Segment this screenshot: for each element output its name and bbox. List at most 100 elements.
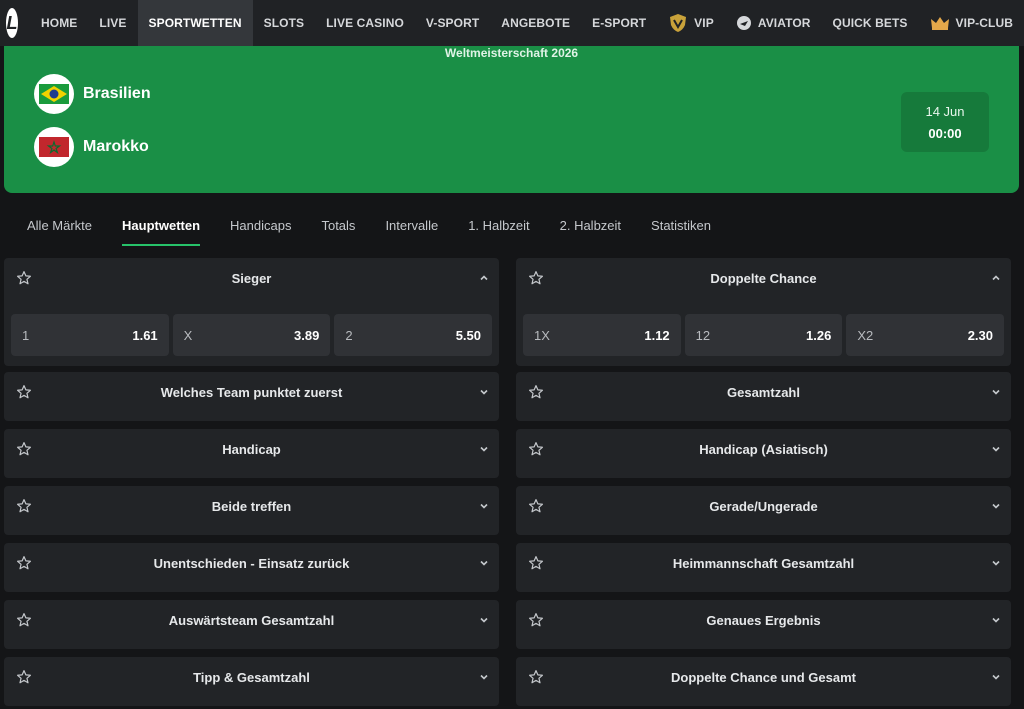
nav-live[interactable]: LIVE — [88, 0, 137, 46]
odds-value: 3.89 — [294, 327, 320, 343]
tab-alle-maerkte[interactable]: Alle Märkte — [12, 208, 107, 242]
odds-button[interactable]: 12 1.26 — [684, 314, 843, 356]
star-favorite-icon[interactable] — [528, 555, 544, 571]
chevron-down-icon[interactable] — [479, 615, 489, 625]
odds-label: 1 — [22, 327, 30, 343]
market-header[interactable]: Doppelte Chance — [516, 258, 1011, 298]
market-title: Handicap — [222, 441, 281, 457]
star-favorite-icon[interactable] — [16, 441, 32, 457]
nav-vip[interactable]: VIP — [657, 0, 725, 46]
market-header[interactable]: Handicap — [4, 429, 499, 469]
market-title: Welches Team punktet zuerst — [160, 384, 343, 400]
nav-live-casino[interactable]: LIVE CASINO — [315, 0, 415, 46]
nav-slots[interactable]: SLOTS — [253, 0, 316, 46]
market-card-doppelte-chance-und-gesamt: Doppelte Chance und Gesamt — [516, 657, 1011, 706]
nav-aviator[interactable]: AVIATOR — [725, 0, 822, 46]
nav-angebote[interactable]: ANGEBOTE — [490, 0, 581, 46]
match-time: 00:00 — [928, 125, 962, 141]
chevron-down-icon[interactable] — [991, 615, 1001, 625]
chevron-down-icon[interactable] — [479, 672, 489, 682]
odds-button[interactable]: X2 2.30 — [846, 314, 1005, 356]
star-favorite-icon[interactable] — [16, 498, 32, 514]
chevron-down-icon[interactable] — [991, 672, 1001, 682]
tab-hauptwetten[interactable]: Hauptwetten — [107, 208, 215, 246]
market-header[interactable]: Handicap (Asiatisch) — [516, 429, 1011, 469]
market-header[interactable]: Gerade/Ungerade — [516, 486, 1011, 526]
chevron-down-icon[interactable] — [991, 558, 1001, 568]
tab-handicaps[interactable]: Handicaps — [215, 208, 306, 242]
market-header[interactable]: Beide treffen — [4, 486, 499, 526]
odds-row: 1 1.61 X 3.89 2 5.50 — [11, 314, 493, 356]
market-header[interactable]: Welches Team punktet zuerst — [4, 372, 499, 412]
chevron-down-icon[interactable] — [991, 387, 1001, 397]
nav-v-sport[interactable]: V-SPORT — [415, 0, 490, 46]
star-favorite-icon[interactable] — [528, 384, 544, 400]
chevron-down-icon[interactable] — [479, 387, 489, 397]
odds-value: 1.26 — [806, 327, 832, 343]
odds-button[interactable]: X 3.89 — [172, 314, 331, 356]
top-navigation: L HOME LIVE SPORTWETTEN SLOTS LIVE CASIN… — [0, 0, 1024, 46]
market-header[interactable]: Sieger — [4, 258, 499, 298]
nav-home[interactable]: HOME — [30, 0, 88, 46]
tab-2-halbzeit[interactable]: 2. Halbzeit — [545, 208, 636, 242]
market-card-genaues-ergebnis: Genaues Ergebnis — [516, 600, 1011, 649]
market-header[interactable]: Auswärtsteam Gesamtzahl — [4, 600, 499, 640]
tab-1-halbzeit[interactable]: 1. Halbzeit — [453, 208, 544, 242]
chevron-down-icon[interactable] — [479, 501, 489, 511]
star-favorite-icon[interactable] — [16, 384, 32, 400]
market-header[interactable]: Tipp & Gesamtzahl — [4, 657, 499, 697]
star-favorite-icon[interactable] — [528, 669, 544, 685]
odds-button[interactable]: 2 5.50 — [334, 314, 493, 356]
star-favorite-icon[interactable] — [528, 498, 544, 514]
chevron-down-icon[interactable] — [991, 501, 1001, 511]
home-team: Brasilien — [34, 74, 151, 114]
tab-statistiken[interactable]: Statistiken — [636, 208, 726, 242]
market-header[interactable]: Heimmannschaft Gesamtzahl — [516, 543, 1011, 583]
chevron-down-icon[interactable] — [479, 558, 489, 568]
match-header: Weltmeisterschaft 2026 Brasilien Marokko… — [4, 46, 1019, 193]
chevron-up-icon[interactable] — [991, 273, 1001, 283]
market-card-gesamtzahl: Gesamtzahl — [516, 372, 1011, 421]
market-title: Doppelte Chance — [710, 270, 817, 286]
odds-value: 2.30 — [967, 327, 994, 343]
nav-e-sport[interactable]: E-SPORT — [581, 0, 657, 46]
chevron-down-icon[interactable] — [991, 444, 1001, 454]
crown-icon — [930, 15, 950, 31]
market-title: Genaues Ergebnis — [706, 612, 821, 628]
market-title: Heimmannschaft Gesamtzahl — [672, 555, 855, 571]
market-header[interactable]: Genaues Ergebnis — [516, 600, 1011, 640]
nav-quick-bets[interactable]: QUICK BETS — [822, 0, 919, 46]
odds-row: 1X 1.12 12 1.26 X2 2.30 — [523, 314, 1005, 356]
morocco-flag-icon — [34, 127, 74, 167]
star-favorite-icon[interactable] — [16, 669, 32, 685]
tab-intervalle[interactable]: Intervalle — [370, 208, 453, 242]
market-card-auswartsteam-gesamtzahl: Auswärtsteam Gesamtzahl — [4, 600, 499, 649]
competition-title: Weltmeisterschaft 2026 — [444, 46, 579, 60]
odds-label: 2 — [345, 327, 353, 343]
chevron-down-icon[interactable] — [479, 444, 489, 454]
chevron-up-icon[interactable] — [479, 273, 489, 283]
market-header[interactable]: Doppelte Chance und Gesamt — [516, 657, 1011, 697]
star-favorite-icon[interactable] — [16, 270, 32, 286]
nav-sportwetten[interactable]: SPORTWETTEN — [137, 0, 253, 46]
odds-button[interactable]: 1X 1.12 — [523, 314, 681, 356]
market-card-sieger: Sieger 1 1.61 X 3.89 2 5.50 — [4, 258, 499, 366]
site-logo[interactable]: L — [6, 8, 19, 38]
market-card-beide-treffen: Beide treffen — [4, 486, 499, 535]
market-header[interactable]: Unentschieden - Einsatz zurück — [4, 543, 499, 583]
aviator-icon — [736, 15, 752, 31]
star-favorite-icon[interactable] — [528, 270, 544, 286]
nav-vip-club[interactable]: VIP-CLUB — [919, 0, 1024, 46]
market-title: Doppelte Chance und Gesamt — [671, 669, 856, 685]
star-favorite-icon[interactable] — [16, 555, 32, 571]
market-header[interactable]: Gesamtzahl — [516, 372, 1011, 412]
star-favorite-icon[interactable] — [528, 441, 544, 457]
star-favorite-icon[interactable] — [16, 612, 32, 628]
odds-button[interactable]: 1 1.61 — [11, 314, 169, 356]
odds-value: 1.61 — [132, 327, 158, 343]
tab-totals[interactable]: Totals — [306, 208, 370, 242]
odds-label: X2 — [857, 327, 874, 343]
star-favorite-icon[interactable] — [528, 612, 544, 628]
odds-label: 1X — [534, 327, 550, 343]
market-card-handicap-asiatisch: Handicap (Asiatisch) — [516, 429, 1011, 478]
